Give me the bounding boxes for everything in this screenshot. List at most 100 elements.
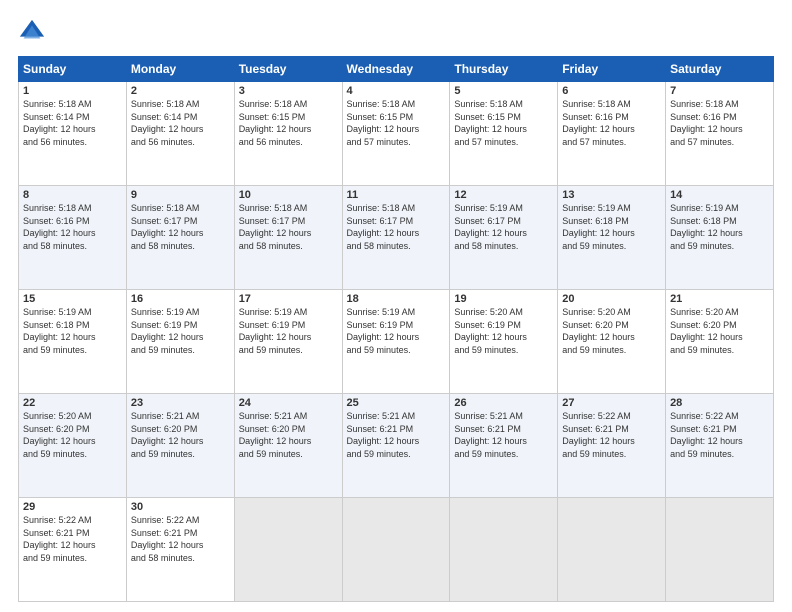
day-info: Sunrise: 5:18 AMSunset: 6:14 PMDaylight:… (23, 98, 122, 148)
day-info: Sunrise: 5:18 AMSunset: 6:14 PMDaylight:… (131, 98, 230, 148)
calendar-cell: 21Sunrise: 5:20 AMSunset: 6:20 PMDayligh… (666, 290, 774, 394)
day-info: Sunrise: 5:19 AMSunset: 6:19 PMDaylight:… (347, 306, 446, 356)
day-number: 22 (23, 397, 122, 409)
calendar-cell: 8Sunrise: 5:18 AMSunset: 6:16 PMDaylight… (19, 186, 127, 290)
day-number: 27 (562, 397, 661, 409)
calendar-cell (666, 498, 774, 602)
day-number: 17 (239, 293, 338, 305)
day-number: 14 (670, 189, 769, 201)
day-info: Sunrise: 5:18 AMSunset: 6:15 PMDaylight:… (347, 98, 446, 148)
day-info: Sunrise: 5:18 AMSunset: 6:16 PMDaylight:… (23, 202, 122, 252)
calendar-cell: 29Sunrise: 5:22 AMSunset: 6:21 PMDayligh… (19, 498, 127, 602)
calendar-cell: 7Sunrise: 5:18 AMSunset: 6:16 PMDaylight… (666, 82, 774, 186)
calendar-cell (450, 498, 558, 602)
day-info: Sunrise: 5:22 AMSunset: 6:21 PMDaylight:… (670, 410, 769, 460)
day-number: 3 (239, 85, 338, 97)
day-info: Sunrise: 5:19 AMSunset: 6:17 PMDaylight:… (454, 202, 553, 252)
day-number: 19 (454, 293, 553, 305)
day-number: 4 (347, 85, 446, 97)
day-number: 24 (239, 397, 338, 409)
calendar-cell: 26Sunrise: 5:21 AMSunset: 6:21 PMDayligh… (450, 394, 558, 498)
calendar-cell: 13Sunrise: 5:19 AMSunset: 6:18 PMDayligh… (558, 186, 666, 290)
day-number: 30 (131, 501, 230, 513)
day-info: Sunrise: 5:22 AMSunset: 6:21 PMDaylight:… (131, 514, 230, 564)
day-info: Sunrise: 5:18 AMSunset: 6:17 PMDaylight:… (347, 202, 446, 252)
day-info: Sunrise: 5:18 AMSunset: 6:16 PMDaylight:… (562, 98, 661, 148)
day-number: 8 (23, 189, 122, 201)
logo (18, 18, 50, 46)
calendar-cell: 14Sunrise: 5:19 AMSunset: 6:18 PMDayligh… (666, 186, 774, 290)
calendar-cell: 4Sunrise: 5:18 AMSunset: 6:15 PMDaylight… (342, 82, 450, 186)
page: SundayMondayTuesdayWednesdayThursdayFrid… (0, 0, 792, 612)
day-number: 5 (454, 85, 553, 97)
day-number: 23 (131, 397, 230, 409)
calendar-cell: 16Sunrise: 5:19 AMSunset: 6:19 PMDayligh… (126, 290, 234, 394)
day-number: 21 (670, 293, 769, 305)
day-info: Sunrise: 5:19 AMSunset: 6:19 PMDaylight:… (131, 306, 230, 356)
calendar-cell: 9Sunrise: 5:18 AMSunset: 6:17 PMDaylight… (126, 186, 234, 290)
calendar-cell: 30Sunrise: 5:22 AMSunset: 6:21 PMDayligh… (126, 498, 234, 602)
day-info: Sunrise: 5:18 AMSunset: 6:15 PMDaylight:… (454, 98, 553, 148)
day-number: 6 (562, 85, 661, 97)
day-number: 2 (131, 85, 230, 97)
day-number: 16 (131, 293, 230, 305)
calendar-cell: 6Sunrise: 5:18 AMSunset: 6:16 PMDaylight… (558, 82, 666, 186)
calendar-week-5: 29Sunrise: 5:22 AMSunset: 6:21 PMDayligh… (19, 498, 774, 602)
day-info: Sunrise: 5:19 AMSunset: 6:18 PMDaylight:… (562, 202, 661, 252)
calendar-cell: 10Sunrise: 5:18 AMSunset: 6:17 PMDayligh… (234, 186, 342, 290)
day-header-thursday: Thursday (450, 57, 558, 82)
day-number: 28 (670, 397, 769, 409)
day-header-sunday: Sunday (19, 57, 127, 82)
calendar-header-row: SundayMondayTuesdayWednesdayThursdayFrid… (19, 57, 774, 82)
calendar-cell: 11Sunrise: 5:18 AMSunset: 6:17 PMDayligh… (342, 186, 450, 290)
day-info: Sunrise: 5:20 AMSunset: 6:19 PMDaylight:… (454, 306, 553, 356)
calendar-cell: 20Sunrise: 5:20 AMSunset: 6:20 PMDayligh… (558, 290, 666, 394)
calendar-week-4: 22Sunrise: 5:20 AMSunset: 6:20 PMDayligh… (19, 394, 774, 498)
day-info: Sunrise: 5:18 AMSunset: 6:15 PMDaylight:… (239, 98, 338, 148)
day-header-friday: Friday (558, 57, 666, 82)
day-number: 15 (23, 293, 122, 305)
day-header-tuesday: Tuesday (234, 57, 342, 82)
calendar-body: 1Sunrise: 5:18 AMSunset: 6:14 PMDaylight… (19, 82, 774, 602)
day-info: Sunrise: 5:18 AMSunset: 6:16 PMDaylight:… (670, 98, 769, 148)
day-header-monday: Monday (126, 57, 234, 82)
day-info: Sunrise: 5:19 AMSunset: 6:18 PMDaylight:… (23, 306, 122, 356)
calendar-week-2: 8Sunrise: 5:18 AMSunset: 6:16 PMDaylight… (19, 186, 774, 290)
day-info: Sunrise: 5:20 AMSunset: 6:20 PMDaylight:… (562, 306, 661, 356)
day-info: Sunrise: 5:20 AMSunset: 6:20 PMDaylight:… (670, 306, 769, 356)
calendar-cell: 25Sunrise: 5:21 AMSunset: 6:21 PMDayligh… (342, 394, 450, 498)
calendar-table: SundayMondayTuesdayWednesdayThursdayFrid… (18, 56, 774, 602)
day-number: 26 (454, 397, 553, 409)
calendar-cell: 27Sunrise: 5:22 AMSunset: 6:21 PMDayligh… (558, 394, 666, 498)
calendar-cell: 22Sunrise: 5:20 AMSunset: 6:20 PMDayligh… (19, 394, 127, 498)
day-info: Sunrise: 5:18 AMSunset: 6:17 PMDaylight:… (131, 202, 230, 252)
day-number: 13 (562, 189, 661, 201)
day-info: Sunrise: 5:21 AMSunset: 6:20 PMDaylight:… (131, 410, 230, 460)
day-info: Sunrise: 5:19 AMSunset: 6:19 PMDaylight:… (239, 306, 338, 356)
day-number: 10 (239, 189, 338, 201)
day-number: 25 (347, 397, 446, 409)
day-number: 20 (562, 293, 661, 305)
calendar-cell: 24Sunrise: 5:21 AMSunset: 6:20 PMDayligh… (234, 394, 342, 498)
day-number: 12 (454, 189, 553, 201)
calendar-cell: 12Sunrise: 5:19 AMSunset: 6:17 PMDayligh… (450, 186, 558, 290)
day-header-saturday: Saturday (666, 57, 774, 82)
calendar-week-1: 1Sunrise: 5:18 AMSunset: 6:14 PMDaylight… (19, 82, 774, 186)
calendar-cell: 28Sunrise: 5:22 AMSunset: 6:21 PMDayligh… (666, 394, 774, 498)
day-info: Sunrise: 5:21 AMSunset: 6:21 PMDaylight:… (454, 410, 553, 460)
calendar-cell: 2Sunrise: 5:18 AMSunset: 6:14 PMDaylight… (126, 82, 234, 186)
day-number: 9 (131, 189, 230, 201)
calendar-cell (558, 498, 666, 602)
calendar-week-3: 15Sunrise: 5:19 AMSunset: 6:18 PMDayligh… (19, 290, 774, 394)
calendar-cell: 18Sunrise: 5:19 AMSunset: 6:19 PMDayligh… (342, 290, 450, 394)
day-info: Sunrise: 5:18 AMSunset: 6:17 PMDaylight:… (239, 202, 338, 252)
day-number: 18 (347, 293, 446, 305)
calendar-cell (234, 498, 342, 602)
day-info: Sunrise: 5:20 AMSunset: 6:20 PMDaylight:… (23, 410, 122, 460)
day-info: Sunrise: 5:22 AMSunset: 6:21 PMDaylight:… (562, 410, 661, 460)
day-info: Sunrise: 5:19 AMSunset: 6:18 PMDaylight:… (670, 202, 769, 252)
calendar-cell: 19Sunrise: 5:20 AMSunset: 6:19 PMDayligh… (450, 290, 558, 394)
calendar-cell: 1Sunrise: 5:18 AMSunset: 6:14 PMDaylight… (19, 82, 127, 186)
day-info: Sunrise: 5:21 AMSunset: 6:21 PMDaylight:… (347, 410, 446, 460)
header (18, 18, 774, 46)
